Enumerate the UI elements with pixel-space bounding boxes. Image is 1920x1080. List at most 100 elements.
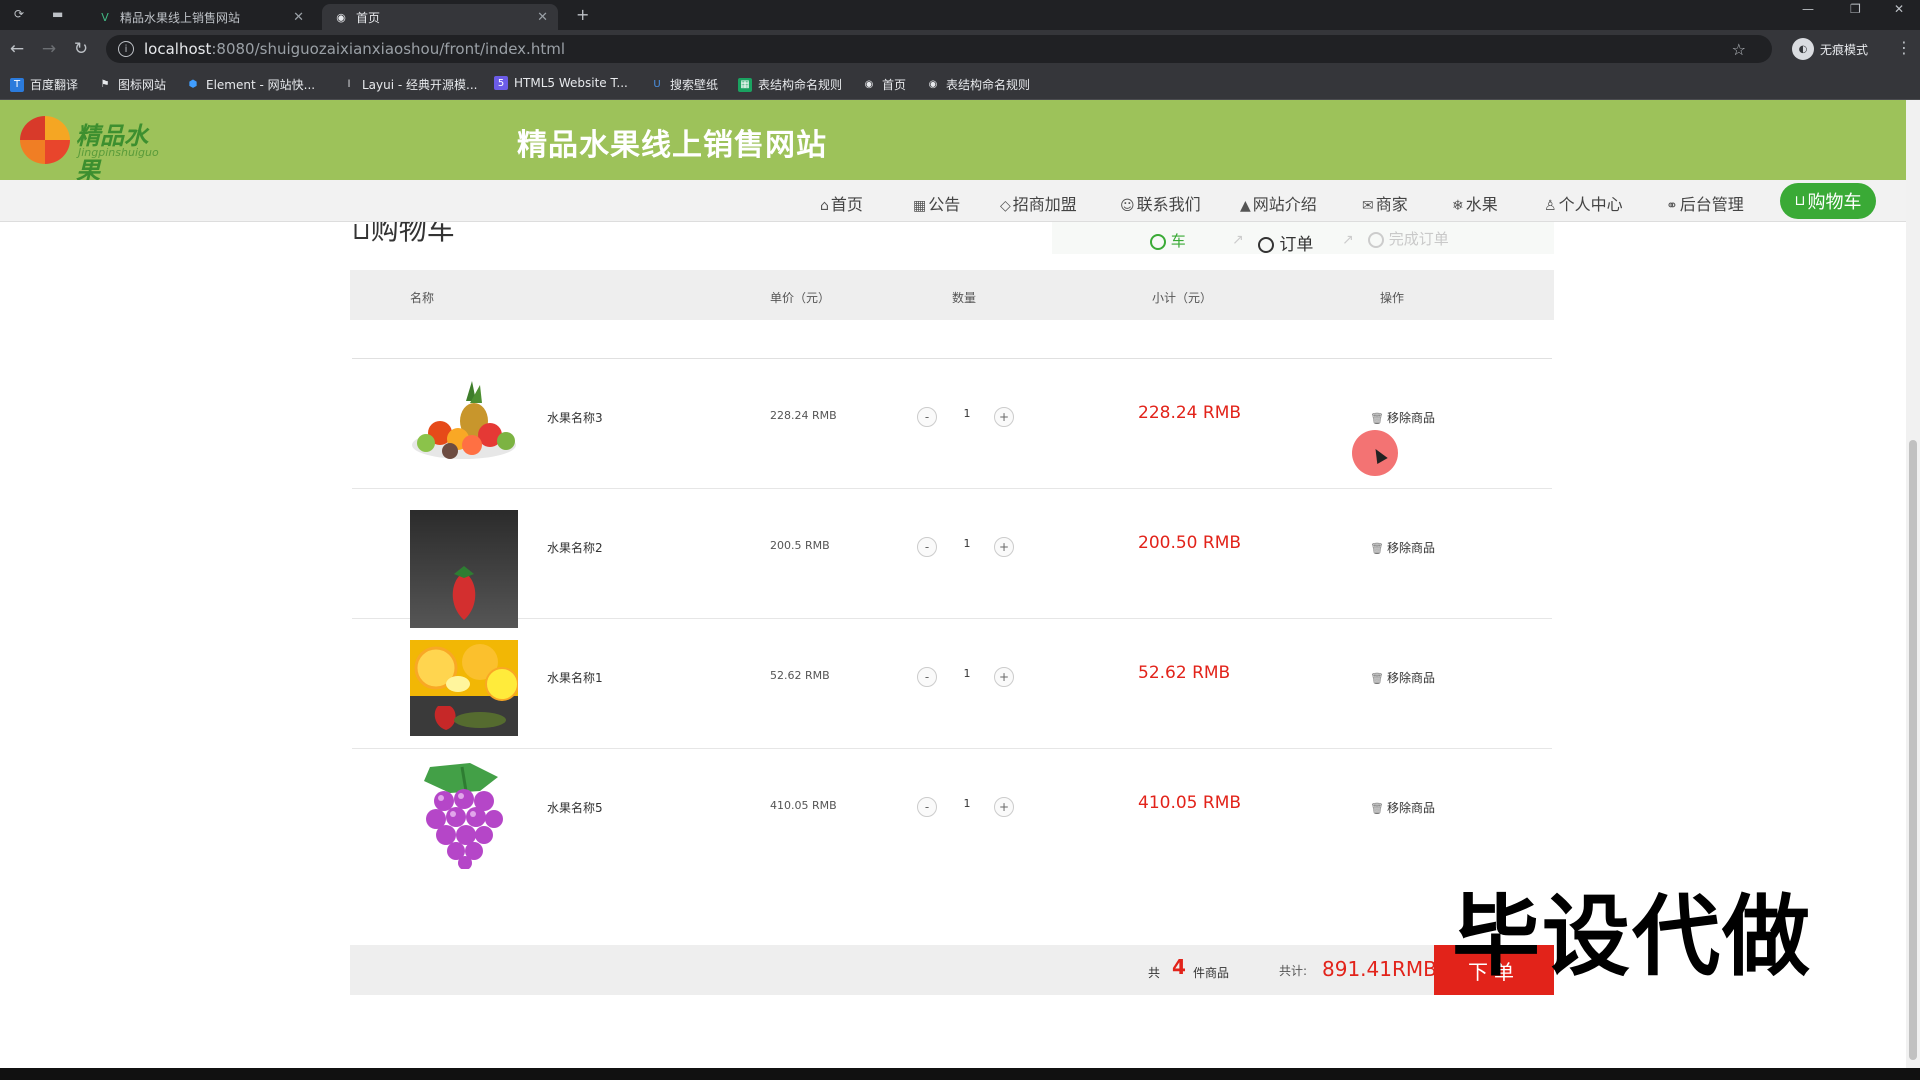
tab-home[interactable]: ◉ 首页 ✕ [322,4,558,30]
new-tab-button[interactable]: + [576,5,589,24]
window-icon[interactable]: ▬ [52,7,63,21]
bookmark-item[interactable]: ◉ 表结构命名规则 [926,76,1030,93]
fruit-image-grape[interactable] [410,761,518,869]
step-label: 车 [1170,232,1186,250]
element-icon: ⬢ [188,79,198,90]
remove-item-button[interactable]: 🗑 移除商品 [1370,539,1435,556]
nav-item-contact[interactable]: ☺ 联系我们 [1120,191,1201,215]
decrease-qty-button[interactable]: - [917,667,937,687]
scrollbar-thumb[interactable] [1909,440,1917,1060]
bookmark-item[interactable]: ⬢ Element - 网站快... [186,76,315,93]
close-tab-icon[interactable]: ✕ [537,10,548,25]
remove-item-button[interactable]: 🗑 移除商品 [1370,669,1435,686]
forward-arrow-icon[interactable]: → [38,39,60,59]
nav-item-admin[interactable]: ⚭ 后台管理 [1666,191,1744,215]
bookmark-label: 首页 [882,78,907,92]
nav-item-about[interactable]: ▲ 网站介绍 [1240,191,1317,215]
bookmark-label: 表结构命名规则 [758,78,843,92]
more-menu-icon[interactable]: ⋮ [1896,38,1912,57]
bookmark-label: HTML5 Website T... [514,76,628,90]
nav-item-franchise[interactable]: ◇ 招商加盟 [1000,191,1077,215]
increase-qty-button[interactable]: + [994,537,1014,557]
fruit-image-strawberry[interactable] [410,510,518,628]
nav-cart-button[interactable]: ⊔ 购物车 [1780,183,1876,219]
col-action: 操作 [1380,291,1405,305]
unit-price: 410.05 RMB [770,799,837,812]
nav-item-notice[interactable]: ▦ 公告 [913,191,960,215]
html5-icon: 5 [494,76,508,90]
logo-subtext: Jingpinshuiguo [78,146,159,159]
site-title: 精品水果线上销售网站 [517,128,827,163]
address-bar[interactable]: i localhost:8080/shuiguozaixianxiaoshou/… [106,35,1772,63]
tab-label: 精品水果线上销售网站 [120,10,241,25]
remove-item-button[interactable]: 🗑 移除商品 [1370,409,1435,426]
bookmark-star-icon[interactable]: ☆ [1732,40,1746,59]
increase-qty-button[interactable]: + [994,667,1014,687]
decrease-qty-button[interactable]: - [917,407,937,427]
fruit-image-lemon[interactable] [410,640,518,736]
bookmark-item[interactable]: ◉ 首页 [862,76,906,93]
globe-icon: ◉ [336,10,346,24]
quantity-value[interactable]: 1 [962,407,972,420]
page-scrollbar[interactable] [1906,100,1920,1068]
fruit-image-assorted[interactable] [410,371,518,479]
unit-price: 52.62 RMB [770,669,830,682]
quantity-value[interactable]: 1 [962,667,972,680]
nav-label: 后台管理 [1679,195,1744,214]
row-subtotal: 52.62 RMB [1138,663,1231,683]
decrease-qty-button[interactable]: - [917,797,937,817]
reload-icon[interactable]: ↻ [70,39,92,59]
bookmark-item[interactable]: U 搜索壁纸 [650,76,718,93]
tab-site-title[interactable]: V 精品水果线上销售网站 ✕ [86,4,314,30]
remove-label: 移除商品 [1386,801,1435,815]
url-path: :8080/shuiguozaixianxiaoshou/front/index… [211,40,565,58]
total-amount: 891.41RMB [1322,957,1437,981]
site-header: 精品水果 Jingpinshuiguo 精品水果线上销售网站 [0,100,1906,185]
vue-icon: V [101,10,109,24]
link-icon: ⚭ [1666,198,1678,214]
restore-icon[interactable]: ❐ [1850,2,1861,16]
cart-summary-bar: 共 4 件商品 共计: 891.41RMB 下单 [350,945,1554,995]
incognito-label: 无痕模式 [1820,42,1869,57]
minimize-icon[interactable]: — [1802,2,1814,16]
main-nav: ⌂ 首页 ▦ 公告 ◇ 招商加盟 ☺ 联系我们 ▲ 网站介绍 ✉ 商家 ❄ 水果 ♙ 个人中心 … [0,180,1906,222]
info-icon[interactable]: i [118,41,134,57]
url-host: localhost [144,40,212,58]
nav-item-profile[interactable]: ♙ 个人中心 [1544,191,1623,215]
unit-price: 200.5 RMB [770,539,830,552]
increase-qty-button[interactable]: + [994,797,1014,817]
bookmark-item[interactable]: ⅼ Layui - 经典开源模... [342,76,478,93]
incognito-indicator[interactable]: ◐ 无痕模式 [1792,38,1868,60]
sheet-icon: ▦ [738,77,752,92]
nav-item-fruit[interactable]: ❄ 水果 [1452,191,1498,215]
nav-label: 联系我们 [1136,195,1201,214]
site-logo[interactable]: 精品水果 Jingpinshuiguo [20,112,170,185]
quantity-value[interactable]: 1 [962,797,972,810]
trash-icon: 🗑 [1370,802,1384,815]
bookmark-item[interactable]: ⚑ 图标网站 [98,76,167,93]
bookmark-item[interactable]: T 百度翻译 [10,76,78,93]
nav-item-home[interactable]: ⌂ 首页 [820,191,863,215]
check-icon [1150,233,1166,250]
browser-tab-bar: ⟳ ▬ V 精品水果线上销售网站 ✕ ◉ 首页 ✕ + — ❐ ✕ [0,0,1920,30]
bookmark-item[interactable]: ▦ 表结构命名规则 [738,76,842,93]
col-qty: 数量 [952,291,977,305]
bookmark-item[interactable]: 5 HTML5 Website T... [494,76,628,90]
nav-item-merchant[interactable]: ✉ 商家 [1362,191,1408,215]
step-complete: 完成订单 [1368,228,1449,249]
close-tab-icon[interactable]: ✕ [293,10,304,25]
decrease-qty-button[interactable]: - [917,537,937,557]
increase-qty-button[interactable]: + [994,407,1014,427]
bookmark-label: 图标网站 [118,78,167,92]
back-arrow-icon[interactable]: ← [6,39,28,59]
browser-menu-icon[interactable]: ⟳ [14,7,24,21]
col-price: 单价（元） [770,291,831,305]
nav-label: 水果 [1465,195,1498,214]
quantity-value[interactable]: 1 [962,537,972,550]
nav-label: 公告 [928,195,961,214]
cart-row: 水果名称5 410.05 RMB - 1 + 410.05 RMB 🗑 移除商品 [352,749,1552,879]
remove-item-button[interactable]: 🗑 移除商品 [1370,799,1435,816]
globe-icon: ◉ [928,79,938,90]
close-window-icon[interactable]: ✕ [1894,2,1904,16]
translate-icon: T [10,77,24,92]
